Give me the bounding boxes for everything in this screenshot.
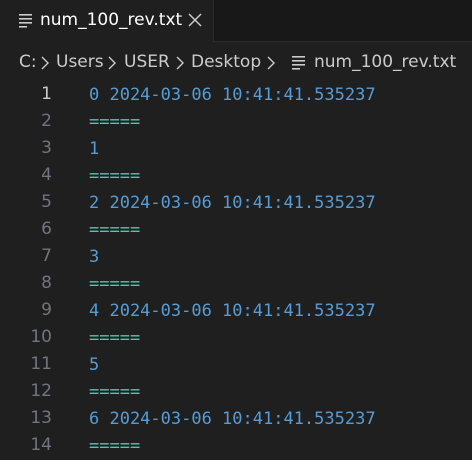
line-number: 6 — [41, 219, 52, 239]
line-number: 8 — [41, 273, 52, 293]
chevron-right-icon — [267, 56, 275, 70]
code-line[interactable]: 13 6 2024-03-06 10:41:41.535237 — [0, 406, 472, 433]
code-line[interactable]: 14 ===== — [0, 433, 472, 460]
breadcrumb-item-users[interactable]: Users — [56, 52, 104, 72]
line-text: 4 2024-03-06 10:41:41.535237 — [89, 301, 376, 321]
code-line[interactable]: 9 4 2024-03-06 10:41:41.535237 — [0, 298, 472, 325]
chevron-right-icon — [41, 56, 49, 70]
line-text: 0 2024-03-06 10:41:41.535237 — [89, 85, 376, 105]
line-number: 11 — [30, 354, 52, 374]
code-line[interactable]: 2 ===== — [0, 109, 472, 136]
line-number: 12 — [30, 381, 52, 401]
code-line[interactable]: 5 2 2024-03-06 10:41:41.535237 — [0, 190, 472, 217]
line-text: ===== — [89, 436, 141, 456]
code-line[interactable]: 11 5 — [0, 352, 472, 379]
editor-area[interactable]: 1 0 2024-03-06 10:41:41.535237 2 ===== 3… — [0, 82, 472, 457]
line-number: 4 — [41, 165, 52, 185]
line-text: 3 — [89, 247, 100, 267]
breadcrumb-item-desktop[interactable]: Desktop — [191, 52, 261, 72]
line-text: 5 — [89, 355, 100, 375]
code-line[interactable]: 6 ===== — [0, 217, 472, 244]
code-line[interactable]: 4 ===== — [0, 163, 472, 190]
line-text: 6 2024-03-06 10:41:41.535237 — [89, 409, 376, 429]
line-number: 13 — [30, 408, 52, 428]
line-text: ===== — [89, 274, 141, 294]
breadcrumb-item-drive[interactable]: C: — [19, 52, 37, 72]
text-file-icon — [292, 56, 305, 70]
line-number: 7 — [41, 246, 52, 266]
breadcrumb: C: Users USER Desktop num_100_rev.txt — [0, 42, 472, 82]
line-text: ===== — [89, 166, 141, 186]
line-text: 2 2024-03-06 10:41:41.535237 — [89, 193, 376, 213]
line-number: 1 — [41, 84, 52, 104]
line-number: 10 — [30, 327, 52, 347]
line-number: 3 — [41, 138, 52, 158]
line-number: 9 — [41, 300, 52, 320]
breadcrumb-item-user[interactable]: USER — [124, 52, 170, 72]
line-text: ===== — [89, 328, 141, 348]
breadcrumb-item-file[interactable]: num_100_rev.txt — [314, 52, 456, 72]
line-number: 2 — [41, 111, 52, 131]
code-line[interactable]: 8 ===== — [0, 271, 472, 298]
tab-label: num_100_rev.txt — [40, 10, 183, 30]
line-number: 5 — [41, 192, 52, 212]
line-text: ===== — [89, 220, 141, 240]
line-text: ===== — [89, 112, 141, 132]
tab-num-100-rev[interactable]: num_100_rev.txt — [0, 0, 214, 42]
line-text: ===== — [89, 382, 141, 402]
code-line[interactable]: 10 ===== — [0, 325, 472, 352]
line-number: 14 — [30, 435, 52, 455]
close-icon[interactable] — [187, 12, 203, 28]
chevron-right-icon — [108, 56, 116, 70]
tab-bar: num_100_rev.txt — [0, 0, 472, 42]
code-line[interactable]: 1 0 2024-03-06 10:41:41.535237 — [0, 82, 472, 109]
line-text: 1 — [89, 139, 100, 159]
code-line[interactable]: 12 ===== — [0, 379, 472, 406]
text-file-icon — [19, 14, 32, 28]
chevron-right-icon — [176, 56, 184, 70]
code-line[interactable]: 7 3 — [0, 244, 472, 271]
code-line[interactable]: 3 1 — [0, 136, 472, 163]
